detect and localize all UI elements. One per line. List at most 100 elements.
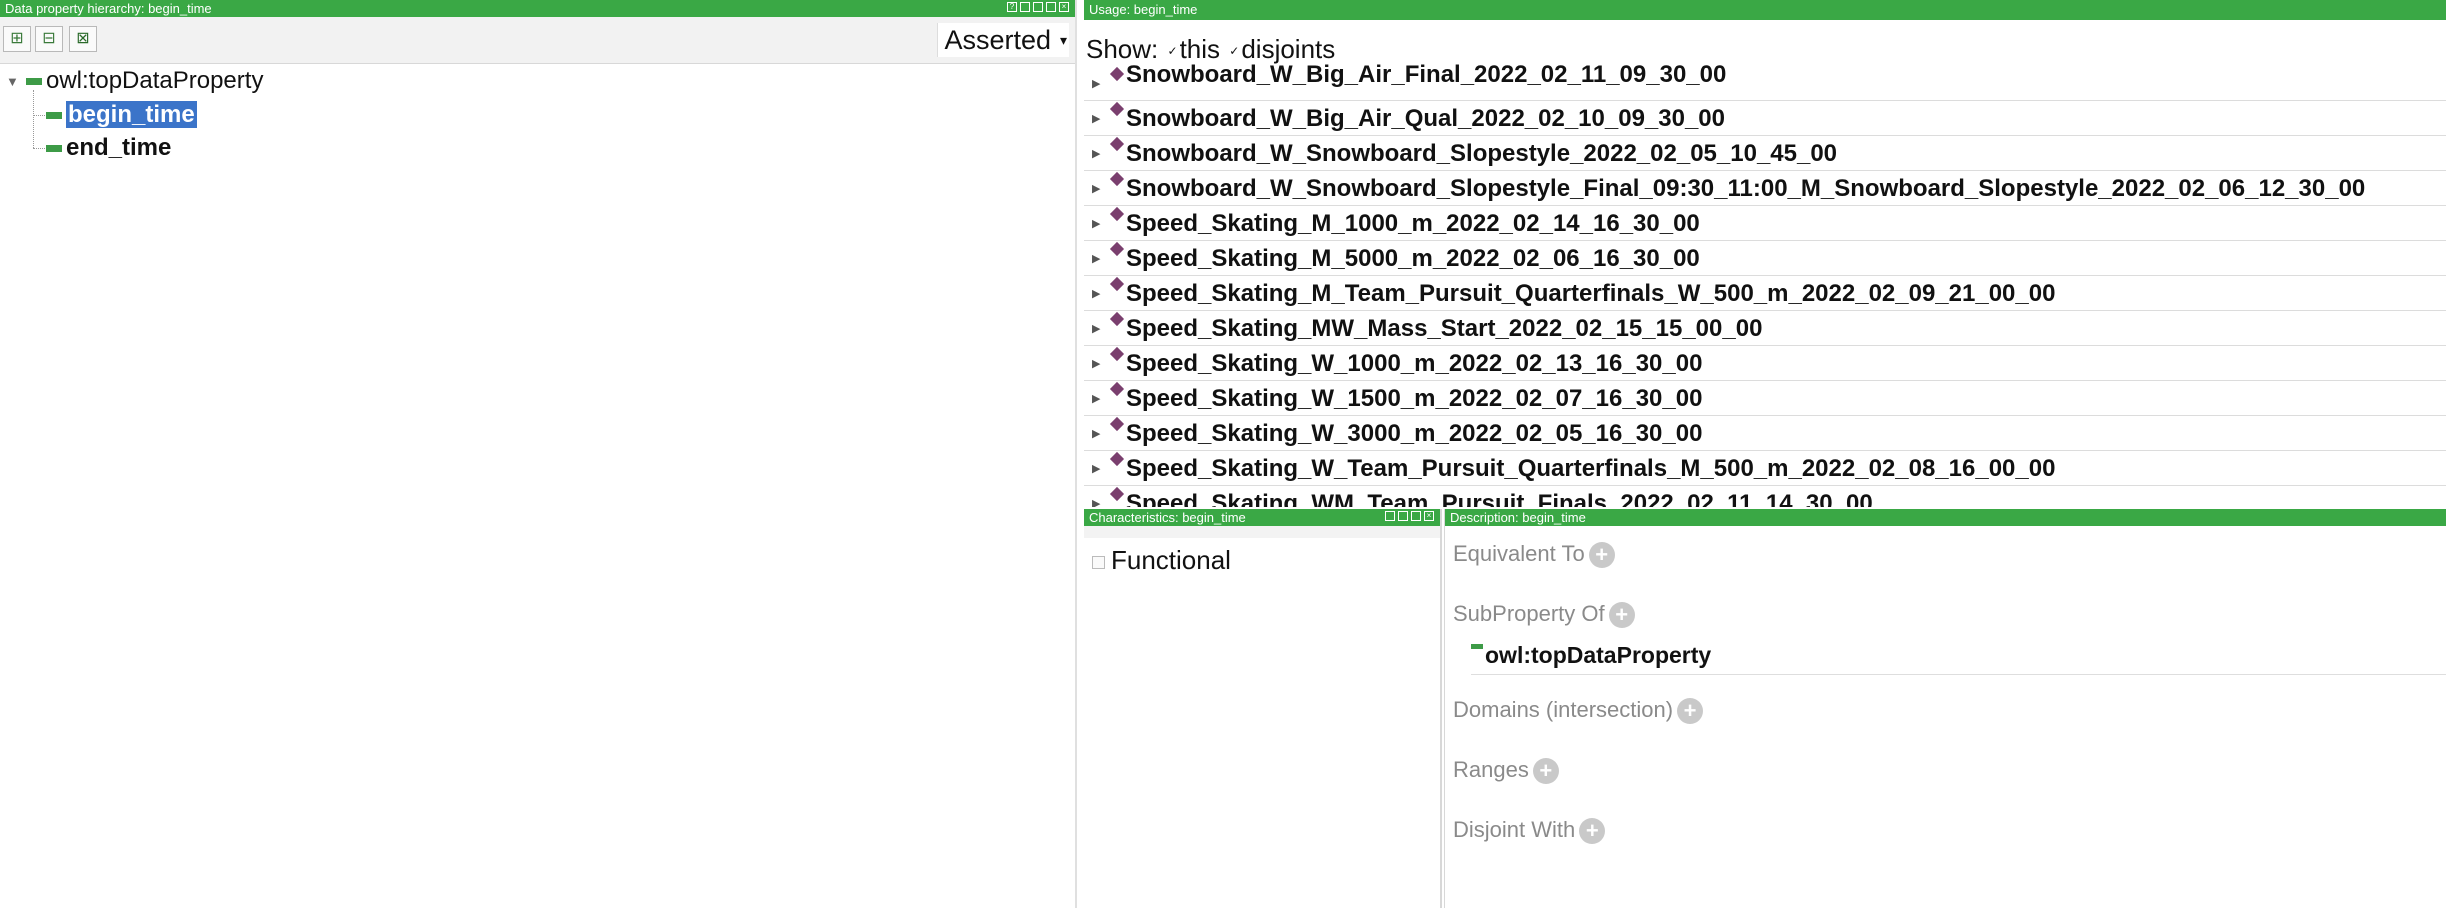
delete-icon: ⊠ — [76, 30, 90, 47]
usage-row[interactable]: ▶ Speed_Skating_MW_Mass_Start_2022_02_15_… — [1084, 311, 2446, 346]
individual-icon — [1109, 101, 1125, 117]
individual-icon — [1109, 171, 1125, 187]
usage-row[interactable]: ▶ Speed_Skating_W_Team_Pursuit_Quarterfin… — [1084, 451, 2446, 486]
expand-arrow-icon[interactable]: ▶ — [1092, 147, 1100, 160]
description-panel: Description: begin_time Equivalent To + S… — [1444, 509, 2446, 908]
individual-icon — [1109, 451, 1125, 467]
usage-title-text: Usage: begin_time — [1089, 2, 1198, 17]
usage-item-label: Speed_Skating_W_1500_m_2022_02_07_16_30_… — [1126, 385, 1703, 412]
minimize-icon[interactable] — [1033, 2, 1043, 12]
hierarchy-title-text: Data property hierarchy: begin_time — [5, 1, 212, 16]
functional-label: Functional — [1111, 545, 1231, 575]
expand-arrow-icon[interactable]: ▶ — [1092, 427, 1100, 440]
data-property-icon — [1471, 644, 1483, 649]
usage-row[interactable]: ▶ Speed_Skating_M_1000_m_2022_02_14_16_30… — [1084, 206, 2446, 241]
functional-option[interactable]: Functional — [1092, 545, 1231, 576]
expand-arrow-icon[interactable]: ▶ — [1092, 112, 1100, 125]
usage-row[interactable]: ▶ Speed_Skating_W_1500_m_2022_02_07_16_30… — [1084, 381, 2446, 416]
add-sibling-icon: ⊟ — [42, 30, 56, 47]
usage-item-label: Snowboard_W_Snowboard_Slopestyle_2022_02… — [1126, 140, 1838, 167]
individual-icon — [1109, 136, 1125, 152]
tree-node-end-time-label: end_time — [66, 134, 172, 161]
split-icon[interactable] — [1020, 2, 1030, 12]
tree-node-begin-time[interactable]: begin_time — [46, 100, 197, 130]
usage-item-label: Speed_Skating_M_Team_Pursuit_Quarterfina… — [1126, 280, 2056, 307]
maximize-icon[interactable] — [1046, 2, 1056, 12]
usage-item-label: Snowboard_W_Snowboard_Slopestyle_Final_0… — [1126, 175, 2366, 202]
add-disjoint-button[interactable]: + — [1579, 818, 1606, 845]
data-property-icon — [46, 112, 62, 120]
usage-row[interactable]: ▶ Snowboard_W_Big_Air_Qual_2022_02_10_09_… — [1084, 101, 2446, 136]
maximize-icon[interactable] — [1411, 511, 1421, 521]
usage-title: Usage: begin_time — [1084, 0, 2446, 20]
subproperty-of-label: SubProperty Of — [1453, 601, 1605, 626]
expand-arrow-icon[interactable]: ▶ — [1092, 392, 1100, 405]
chevron-down-icon: ▾ — [1059, 32, 1067, 48]
expand-arrow-icon[interactable]: ▶ — [1092, 357, 1100, 370]
individual-icon — [1109, 486, 1125, 502]
usage-item-label: Speed_Skating_W_1000_m_2022_02_13_16_30_… — [1126, 350, 1703, 377]
data-property-hierarchy-panel: Data property hierarchy: begin_time ? × … — [0, 0, 1077, 908]
usage-row[interactable]: ▶ Speed_Skating_WM_Team_Pursuit_Finals_20… — [1084, 486, 2446, 507]
usage-row[interactable]: ▶ Speed_Skating_M_Team_Pursuit_Quarterfin… — [1084, 276, 2446, 311]
tree-node-end-time[interactable]: end_time — [46, 133, 171, 163]
tree-node-root-label: owl:topDataProperty — [46, 67, 264, 94]
individual-icon — [1109, 66, 1125, 82]
disjoints-checkbox[interactable]: ✓ — [1229, 44, 1239, 58]
characteristics-title-text: Characteristics: begin_time — [1089, 510, 1246, 525]
functional-checkbox[interactable] — [1092, 555, 1105, 569]
characteristics-panel: Characteristics: begin_time × Functional — [1084, 509, 1442, 908]
add-subproperty-of-button[interactable]: + — [1608, 602, 1635, 629]
this-checkbox[interactable]: ✓ — [1168, 44, 1178, 58]
tree-node-begin-time-label: begin_time — [66, 101, 197, 128]
usage-item-label: Snowboard_W_Big_Air_Qual_2022_02_10_09_3… — [1126, 105, 1726, 132]
disjoint-with-label: Disjoint With — [1453, 817, 1576, 842]
usage-row[interactable]: ▶ Snowboard_W_Big_Air_Final_2022_02_11_09… — [1084, 61, 2446, 101]
add-equivalent-button[interactable]: + — [1588, 542, 1615, 569]
usage-item-label: Snowboard_W_Big_Air_Final_2022_02_11_09_… — [1126, 61, 1727, 88]
expand-arrow-icon[interactable]: ▶ — [1092, 287, 1100, 300]
expand-arrow-icon[interactable]: ▶ — [1092, 217, 1100, 230]
domains-label: Domains (intersection) — [1453, 697, 1674, 722]
asserted-label: Asserted — [944, 25, 1051, 55]
add-subproperty-button[interactable]: ⊞ — [3, 26, 31, 52]
add-domain-button[interactable]: + — [1677, 698, 1704, 725]
usage-item-label: Speed_Skating_W_Team_Pursuit_Quarterfina… — [1126, 455, 2056, 482]
help-icon[interactable]: ? — [1007, 2, 1017, 12]
delete-button[interactable]: ⊠ — [69, 26, 97, 52]
usage-row[interactable]: ▶ Speed_Skating_W_1000_m_2022_02_13_16_30… — [1084, 346, 2446, 381]
subproperty-entry-label: owl:topDataProperty — [1485, 642, 1712, 668]
usage-item-label: Speed_Skating_MW_Mass_Start_2022_02_15_1… — [1126, 315, 1763, 342]
usage-row[interactable]: ▶ Speed_Skating_M_5000_m_2022_02_06_16_30… — [1084, 241, 2446, 276]
add-range-button[interactable]: + — [1532, 758, 1559, 785]
expand-arrow-icon[interactable]: ▶ — [1092, 497, 1100, 507]
minimize-icon[interactable] — [1398, 511, 1408, 521]
add-sibling-button[interactable]: ⊟ — [35, 26, 63, 52]
usage-row[interactable]: ▶ Speed_Skating_W_3000_m_2022_02_05_16_30… — [1084, 416, 2446, 451]
expand-arrow-icon[interactable]: ▶ — [1092, 77, 1100, 90]
asserted-dropdown[interactable]: Asserted ▾ — [937, 23, 1069, 57]
description-title-text: Description: begin_time — [1450, 510, 1586, 525]
usage-row[interactable]: ▶ Snowboard_W_Snowboard_Slopestyle_Final_… — [1084, 171, 2446, 206]
subproperty-entry[interactable]: owl:topDataProperty — [1471, 642, 1711, 669]
expand-arrow-icon[interactable]: ▶ — [1092, 252, 1100, 265]
hierarchy-toolbar: ⊞ ⊟ ⊠ Asserted ▾ — [0, 17, 1075, 64]
usage-item-label: Speed_Skating_M_5000_m_2022_02_06_16_30_… — [1126, 245, 1700, 272]
domains-section: Domains (intersection) + — [1453, 697, 1704, 725]
usage-list: ▶ Snowboard_W_Big_Air_Final_2022_02_11_09… — [1084, 61, 2446, 507]
add-subproperty-icon: ⊞ — [10, 30, 24, 47]
tree-node-root[interactable]: owl:topDataProperty — [26, 66, 263, 96]
close-icon[interactable]: × — [1059, 2, 1069, 12]
expand-arrow-icon[interactable]: ▶ — [1092, 182, 1100, 195]
tree-expand-icon[interactable]: ▼ — [6, 74, 19, 89]
expand-arrow-icon[interactable]: ▶ — [1092, 322, 1100, 335]
subproperty-of-section: SubProperty Of + — [1453, 601, 1635, 629]
close-icon[interactable]: × — [1424, 511, 1434, 521]
individual-icon — [1109, 311, 1125, 327]
ranges-section: Ranges + — [1453, 757, 1559, 785]
usage-item-label: Speed_Skating_WM_Team_Pursuit_Finals_202… — [1126, 490, 1873, 507]
expand-arrow-icon[interactable]: ▶ — [1092, 462, 1100, 475]
split-icon[interactable] — [1385, 511, 1395, 521]
individual-icon — [1109, 241, 1125, 257]
usage-row[interactable]: ▶ Snowboard_W_Snowboard_Slopestyle_2022_0… — [1084, 136, 2446, 171]
